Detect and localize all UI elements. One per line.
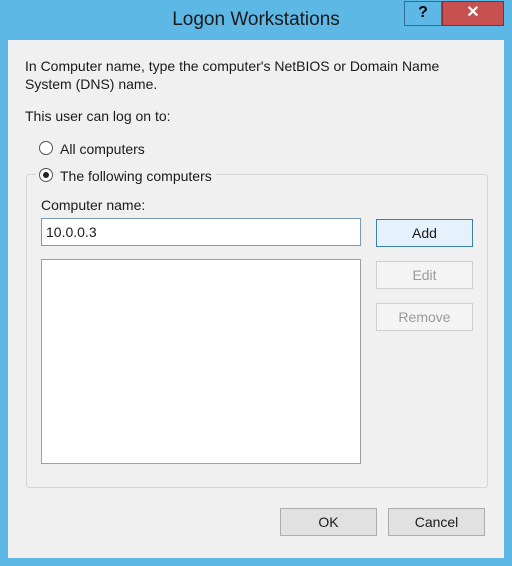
computer-name-input[interactable]: 10.0.0.3 [41, 218, 361, 246]
remove-button[interactable]: Remove [376, 303, 473, 331]
dialog-body: In Computer name, type the computer's Ne… [8, 40, 504, 558]
close-button[interactable]: ✕ [442, 1, 504, 26]
instruction-text: In Computer name, type the computer's Ne… [25, 58, 440, 92]
radio-all-computers-label[interactable]: All computers [60, 141, 145, 157]
logon-to-label: This user can log on to: [25, 108, 171, 124]
help-button[interactable]: ? [404, 1, 442, 26]
ok-button[interactable]: OK [280, 508, 377, 536]
cancel-button[interactable]: Cancel [388, 508, 485, 536]
close-icon: ✕ [466, 4, 480, 21]
radio-following-computers-circle[interactable] [39, 168, 53, 182]
radio-following-computers-label[interactable]: The following computers [60, 168, 216, 184]
radio-all-computers-circle[interactable] [39, 141, 53, 155]
computer-list[interactable] [41, 259, 361, 464]
computer-name-label: Computer name: [41, 197, 146, 213]
edit-button[interactable]: Edit [376, 261, 473, 289]
logon-workstations-window: Logon Workstations ? ✕ In Computer name,… [0, 0, 512, 566]
title-bar[interactable]: Logon Workstations ? ✕ [0, 0, 512, 40]
add-button[interactable]: Add [376, 219, 473, 247]
